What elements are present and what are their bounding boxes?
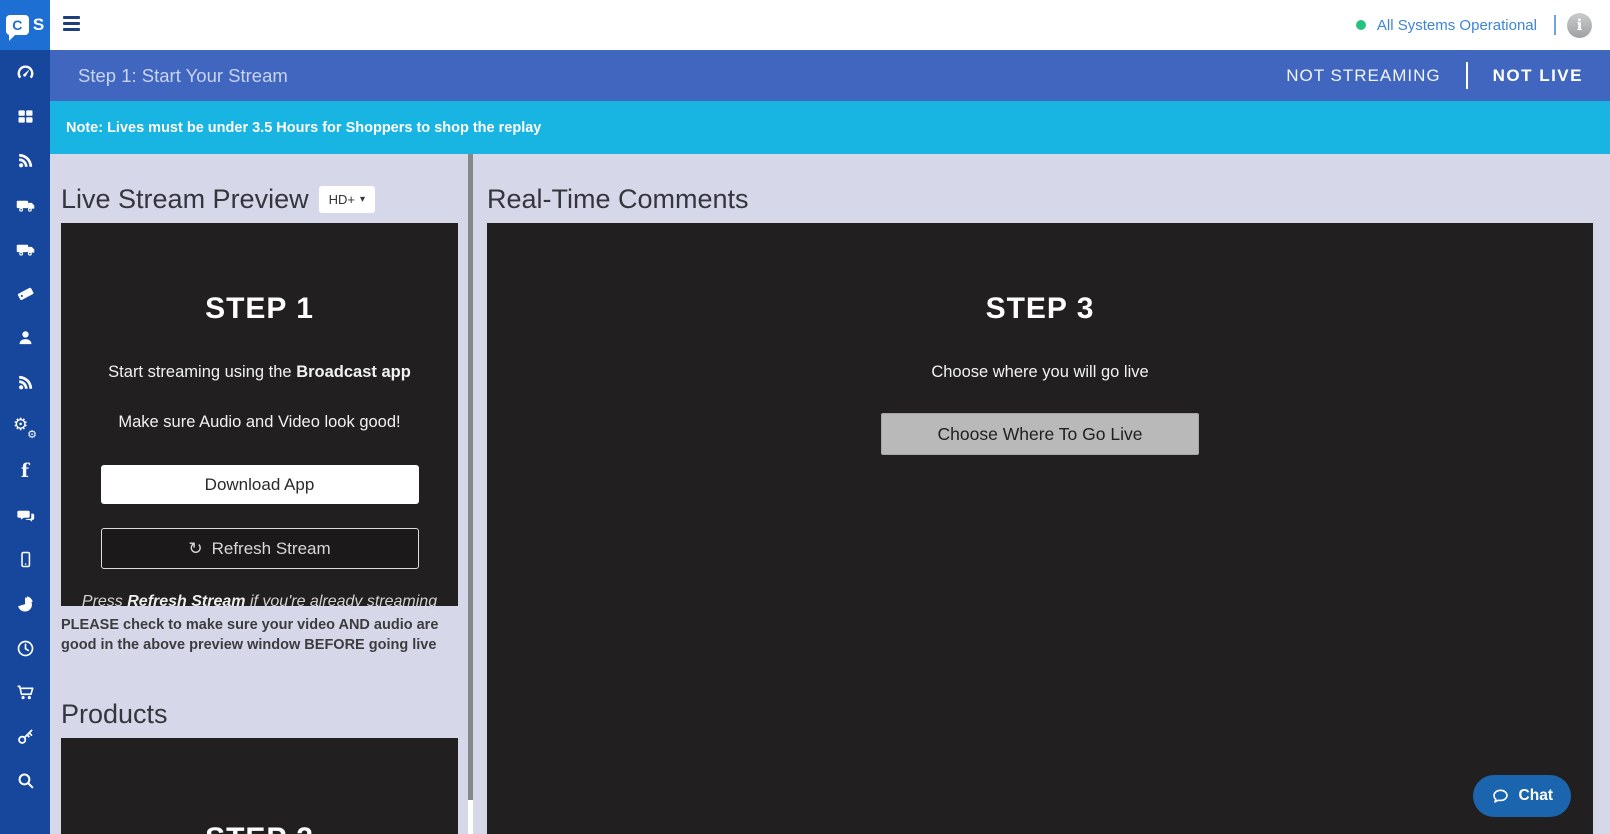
sidebar-item-tags[interactable] (0, 271, 50, 315)
comments-title: Real-Time Comments (487, 185, 749, 214)
customer-user-icon (15, 327, 36, 348)
info-icon[interactable]: i (1567, 13, 1592, 38)
webhooks-feed-icon (15, 372, 36, 393)
truck-icon (15, 195, 36, 216)
messages-icon (15, 505, 36, 526)
tag-icon (15, 283, 36, 304)
step1-heading: STEP 1 (61, 223, 458, 326)
sidebar-item-webhooks[interactable] (0, 360, 50, 404)
sidebar-item-search[interactable] (0, 759, 50, 803)
step2-heading: STEP 2 (61, 738, 458, 834)
stream-header: Step 1: Start Your Stream NOT STREAMING … (50, 50, 1610, 101)
live-feed-icon (15, 150, 36, 171)
chevron-down-icon: ▾ (360, 194, 365, 205)
comments-panel: Real-Time Comments STEP 3 Choose where y… (487, 185, 1593, 834)
notice-text: Note: Lives must be under 3.5 Hours for … (66, 120, 541, 136)
app-logo[interactable]: C S (0, 0, 50, 50)
step3-subtitle: Choose where you will go live (487, 363, 1593, 382)
sidebar-item-live-feed[interactable] (0, 139, 50, 183)
sidebar-item-reports[interactable] (0, 582, 50, 626)
chat-widget-button[interactable]: Chat (1473, 775, 1571, 817)
scrollbar-thumb[interactable] (468, 154, 473, 800)
refresh-stream-button[interactable]: ↻ Refresh Stream (101, 528, 419, 569)
live-preview-title: Live Stream Preview (61, 185, 309, 214)
sidebar-item-settings[interactable]: ⚙⚙ (0, 404, 50, 448)
sidebar-item-api-keys[interactable] (0, 714, 50, 758)
logo-chat-bubble: C (6, 15, 29, 35)
cart-icon (15, 682, 36, 703)
step3-heading: STEP 3 (487, 223, 1593, 326)
step1-line2: Make sure Audio and Video look good! (61, 413, 458, 432)
api-key-icon (15, 726, 36, 747)
products-window: STEP 2 (61, 738, 458, 834)
facebook-icon: f (21, 460, 29, 482)
status-area: All Systems Operational i (1356, 0, 1592, 50)
search-icon (15, 770, 36, 791)
logo-letter-s: S (33, 15, 44, 35)
sidebar-item-delivery[interactable] (0, 227, 50, 271)
system-status-link[interactable]: All Systems Operational (1377, 17, 1537, 34)
audio-video-warning: PLEASE check to make sure your video AND… (61, 615, 455, 656)
comments-window: STEP 3 Choose where you will go live Cho… (487, 223, 1593, 834)
stream-status-group: NOT STREAMING NOT LIVE (1286, 62, 1583, 89)
sidebar-item-cart[interactable] (0, 670, 50, 714)
sidebar-item-facebook[interactable]: f (0, 449, 50, 493)
sidebar-nav: ⚙⚙ f (0, 50, 50, 803)
stream-quality-dropdown[interactable]: HD+ ▾ (319, 186, 375, 213)
stream-header-title: Step 1: Start Your Stream (78, 65, 288, 87)
apps-grid-icon (15, 106, 36, 127)
sidebar-item-dashboard[interactable] (0, 50, 50, 94)
sidebar-item-history[interactable] (0, 626, 50, 670)
logo-letter-c: C (12, 17, 22, 33)
settings-gears-icon: ⚙⚙ (13, 416, 37, 438)
streaming-status-badge: NOT STREAMING (1286, 66, 1440, 86)
choose-where-to-go-live-button[interactable]: Choose Where To Go Live (881, 413, 1199, 455)
sidebar-item-messages[interactable] (0, 493, 50, 537)
badge-divider (1466, 62, 1468, 89)
notice-bar: Note: Lives must be under 3.5 Hours for … (50, 101, 1610, 154)
download-app-button[interactable]: Download App (101, 465, 419, 504)
step1-line1: Start streaming using the Broadcast app (61, 363, 458, 382)
stream-preview-window: STEP 1 Start streaming using the Broadca… (61, 223, 458, 606)
truck-delivery-icon (15, 239, 36, 260)
live-preview-panel: Live Stream Preview HD+ ▾ STEP 1 Start s… (61, 185, 458, 834)
history-clock-icon (15, 638, 36, 659)
status-dot-icon (1356, 20, 1366, 30)
sidebar-item-mobile-app[interactable] (0, 537, 50, 581)
dashboard-gauge-icon (15, 62, 36, 83)
hamburger-menu-icon[interactable] (63, 16, 81, 33)
quality-label: HD+ (329, 192, 355, 207)
sidebar: C S (0, 0, 50, 834)
top-bar: All Systems Operational i (50, 0, 1610, 50)
refresh-icon: ↻ (188, 539, 202, 559)
chat-bubble-icon (1491, 787, 1510, 806)
sidebar-item-shipping[interactable] (0, 183, 50, 227)
sidebar-item-customers[interactable] (0, 316, 50, 360)
status-divider (1554, 15, 1556, 35)
reports-pie-icon (15, 593, 36, 614)
main-content: Live Stream Preview HD+ ▾ STEP 1 Start s… (50, 154, 1610, 834)
products-title: Products (61, 700, 168, 729)
live-status-badge: NOT LIVE (1493, 66, 1583, 86)
sidebar-item-apps[interactable] (0, 94, 50, 138)
mobile-app-icon (15, 549, 36, 570)
refresh-hint: Press Refresh Stream if you're already s… (61, 593, 458, 611)
chat-label: Chat (1519, 787, 1553, 805)
panel-scrollbar[interactable] (468, 154, 473, 834)
